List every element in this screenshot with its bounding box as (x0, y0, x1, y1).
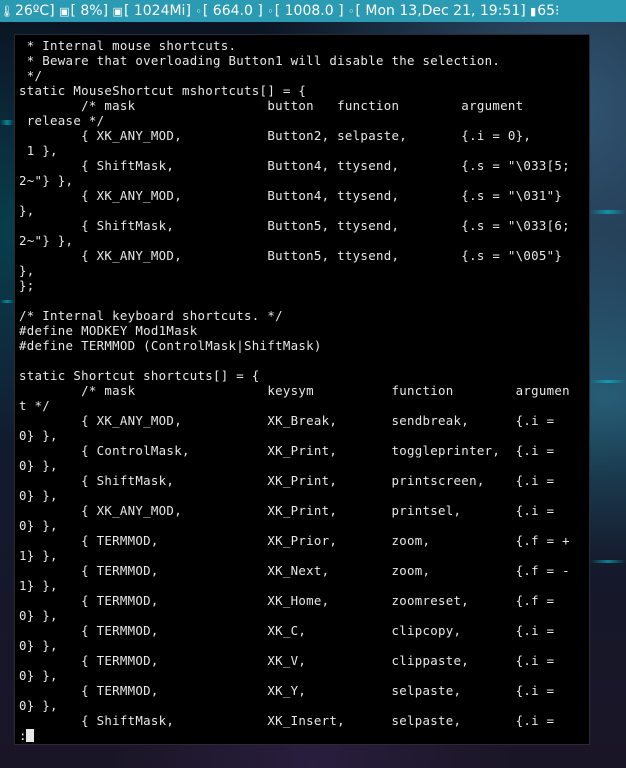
terminal-line: 1} }, (19, 548, 58, 563)
terminal-line: { TERMMOD, XK_Y, selpaste, {.i = (19, 683, 555, 698)
clock-icon: ◦ (348, 5, 355, 18)
terminal-line: { ShiftMask, XK_Insert, selpaste, {.i = (19, 713, 555, 728)
wallpaper-stripe (0, 300, 14, 303)
terminal-line: }; (19, 278, 35, 293)
terminal-line: 2~"} }, (19, 173, 74, 188)
terminal-line: { XK_ANY_MOD, Button2, selpaste, {.i = 0… (19, 128, 532, 143)
disk-icon: ◦ (195, 5, 202, 18)
terminal-line: 2~"} }, (19, 233, 74, 248)
terminal-line: 0} }, (19, 698, 58, 713)
terminal-line: { XK_ANY_MOD, XK_Print, printsel, {.i = (19, 503, 555, 518)
disk-value: [ 664.0 ] (202, 3, 263, 19)
terminal-line: }, (19, 203, 35, 218)
terminal-line: { XK_ANY_MOD, Button5, ttysend, {.s = "\… (19, 248, 563, 263)
terminal-line: { TERMMOD, XK_Next, zoom, {.f = - (19, 563, 570, 578)
terminal-line: static MouseShortcut mshortcuts[] = { (19, 83, 307, 98)
terminal-line: /* mask button function argument (19, 98, 524, 113)
terminal-line: 1} }, (19, 578, 58, 593)
cpu-value: [ 8%] (70, 3, 109, 19)
command-prompt[interactable]: : (19, 728, 35, 743)
battery-icon: ▮ (530, 5, 537, 18)
terminal-line: { ShiftMask, XK_Print, printscreen, {.i … (19, 473, 555, 488)
terminal-line: { ShiftMask, Button4, ttysend, {.s = "\0… (19, 158, 570, 173)
status-bar: 🌡26ºC] ▣[ 8%] ▣[ 1024Mi] ◦[ 664.0 ] ◦[ 1… (0, 0, 626, 22)
disk-widget: ◦[ 664.0 ] (195, 0, 262, 22)
wallpaper-stripe (590, 560, 626, 563)
terminal-line: static Shortcut shortcuts[] = { (19, 368, 260, 383)
terminal-line: */ (19, 68, 43, 83)
cpu-icon: ▣ (59, 5, 70, 18)
wallpaper-stripe (0, 120, 14, 125)
terminal-line: release */ (19, 113, 105, 128)
terminal-line: #define MODKEY Mod1Mask (19, 323, 198, 338)
desktop: 🌡26ºC] ▣[ 8%] ▣[ 1024Mi] ◦[ 664.0 ] ◦[ 1… (0, 0, 626, 768)
battery-widget: ▮65⁝ (530, 0, 559, 22)
terminal-line: { XK_ANY_MOD, XK_Break, sendbreak, {.i = (19, 413, 555, 428)
terminal-line: /* Internal keyboard shortcuts. */ (19, 308, 283, 323)
terminal-line: 0} }, (19, 668, 58, 683)
terminal-window[interactable]: * Internal mouse shortcuts. * Beware tha… (14, 34, 590, 745)
terminal-line: { ShiftMask, Button5, ttysend, {.s = "\0… (19, 218, 570, 233)
terminal-line: 0} }, (19, 518, 58, 533)
battery-value: 65⁝ (537, 3, 560, 19)
terminal-line: { TERMMOD, XK_Home, zoomreset, {.f = (19, 593, 555, 608)
clock-value: [ Mon 13,Dec 21, 19:51] (355, 3, 526, 19)
cpu-widget: ▣[ 8%] (59, 0, 108, 22)
thermometer-icon: 🌡 (0, 5, 14, 18)
terminal-line: { XK_ANY_MOD, Button4, ttysend, {.s = "\… (19, 188, 563, 203)
terminal-buffer: * Internal mouse shortcuts. * Beware tha… (19, 38, 570, 728)
terminal-line: /* mask keysym function argumen (19, 383, 570, 398)
terminal-line: 1 }, (19, 143, 58, 158)
clock-widget: ◦[ Mon 13,Dec 21, 19:51] (348, 0, 526, 22)
wallpaper-stripe (590, 210, 626, 214)
wallpaper-stripe (590, 380, 626, 383)
disk-widget: ◦[ 1008.0 ] (267, 0, 343, 22)
temperature-value: 26ºC] (14, 3, 55, 19)
disk-value: [ 1008.0 ] (274, 3, 344, 19)
text-cursor (26, 729, 35, 742)
memory-icon: ▣ (112, 5, 123, 18)
terminal-line: 0} }, (19, 488, 58, 503)
terminal-line: * Internal mouse shortcuts. (19, 38, 237, 53)
memory-value: [ 1024Mi] (123, 3, 191, 19)
terminal-line: 0} }, (19, 458, 58, 473)
terminal-line: { TERMMOD, XK_V, clippaste, {.i = (19, 653, 555, 668)
prompt-text: : (19, 728, 27, 743)
terminal-line: { TERMMOD, XK_C, clipcopy, {.i = (19, 623, 555, 638)
terminal-line: * Beware that overloading Button1 will d… (19, 53, 501, 68)
disk-icon: ◦ (267, 5, 274, 18)
memory-widget: ▣[ 1024Mi] (113, 0, 191, 22)
terminal-line: 0} }, (19, 428, 58, 443)
terminal-line: { TERMMOD, XK_Prior, zoom, {.f = + (19, 533, 570, 548)
terminal-line: }, (19, 263, 35, 278)
terminal-line: 0} }, (19, 608, 58, 623)
terminal-line: { ControlMask, XK_Print, toggleprinter, … (19, 443, 555, 458)
temperature-widget: 🌡26ºC] (0, 0, 55, 22)
terminal-line: t */ (19, 398, 51, 413)
terminal-line: 0} }, (19, 638, 58, 653)
terminal-line: #define TERMMOD (ControlMask|ShiftMask) (19, 338, 322, 353)
